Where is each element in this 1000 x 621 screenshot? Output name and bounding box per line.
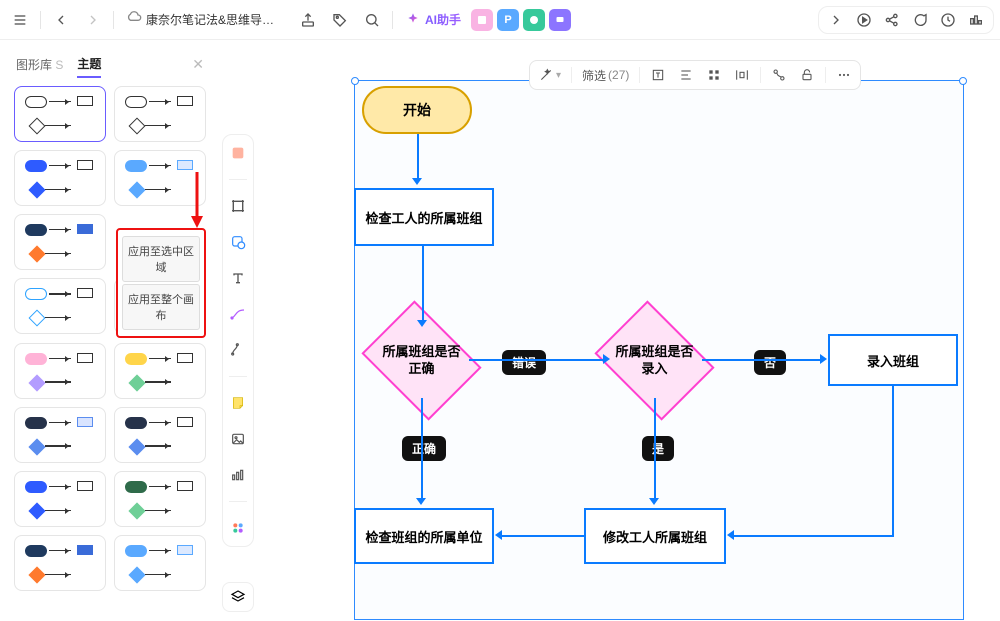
canvas[interactable]: ▾ 筛选 (27) 开始 检查工人的所属班组 所属班组是否正确 所属班组是否录入… [264,48,1000,621]
theme-card[interactable] [14,86,106,142]
theme-card[interactable] [14,278,106,334]
vertical-toolbar [222,134,254,547]
distribute-icon[interactable] [732,67,752,83]
tab-theme[interactable]: 主题 [77,51,101,78]
node-label: 检查工人的所属班组 [365,208,482,227]
frame-icon[interactable] [226,194,250,218]
ai-assistant-button[interactable]: AI助手 [399,11,467,28]
edge-label-yes[interactable]: 是 [642,436,674,461]
node-label: 所属班组是否录入 [612,344,697,378]
theme-card[interactable] [114,343,206,399]
theme-card[interactable] [14,407,106,463]
flow-node-group-entered[interactable]: 所属班组是否录入 [607,323,702,398]
history-icon[interactable] [935,7,961,33]
theme-card[interactable] [14,535,106,591]
node-label: 修改工人所属班组 [603,527,707,546]
apply-to-selection-button[interactable]: 应用至选中区域 [122,236,200,282]
theme-apply-popover: 应用至选中区域 应用至整个画布 [116,228,206,338]
back-icon[interactable] [47,6,75,34]
node-label: 录入班组 [867,351,919,370]
theme-card[interactable] [14,150,106,206]
link-icon[interactable] [769,67,789,83]
document-title-text: 康奈尔笔记法&思维导图笔… [146,11,284,28]
app-chip-4[interactable] [549,9,571,31]
flow-node-enter-group[interactable]: 录入班组 [828,334,958,386]
forward-icon[interactable] [79,6,107,34]
theme-card[interactable] [14,214,106,270]
magic-icon[interactable]: ▾ [536,67,563,83]
flow-node-check-group[interactable]: 检查工人的所属班组 [354,188,494,246]
theme-card[interactable] [114,407,206,463]
app-chip-1[interactable] [471,9,493,31]
theme-grid [10,80,210,611]
flow-node-modify-group[interactable]: 修改工人所属班组 [584,508,726,564]
theme-card[interactable] [14,471,106,527]
app-chip-3[interactable] [523,9,545,31]
sidebar-tabs: 图形库 S 主题 ✕ [10,48,210,80]
node-label: 检查班组的所属单位 [365,527,482,546]
flow-node-check-unit[interactable]: 检查班组的所属单位 [354,508,494,564]
align-icon[interactable] [676,67,696,83]
annotation-arrow-icon [190,170,204,230]
image-icon[interactable] [226,427,250,451]
share-icon[interactable] [879,7,905,33]
flow-node-group-correct[interactable]: 所属班组是否正确 [374,323,469,398]
document-title[interactable]: 康奈尔笔记法&思维导图笔… [120,9,290,30]
theme-card[interactable] [114,86,206,142]
theme-card[interactable] [114,471,206,527]
apps-icon[interactable] [226,516,250,540]
note-icon[interactable] [226,391,250,415]
flow-node-start[interactable]: 开始 [362,86,472,134]
edge-label-correct[interactable]: 正确 [402,436,446,461]
tag-icon[interactable] [326,6,354,34]
cloud-icon [126,9,142,30]
chart-icon[interactable] [226,463,250,487]
grid-icon[interactable] [704,67,724,83]
filter-button[interactable]: 筛选 (27) [580,67,631,84]
selection-toolbar: ▾ 筛选 (27) [529,60,861,90]
text-style-icon[interactable] [648,67,668,83]
more-options-icon[interactable] [834,67,854,83]
theme-card[interactable] [114,535,206,591]
theme-card[interactable] [14,343,106,399]
shape-icon[interactable] [226,230,250,254]
unlock-icon[interactable] [797,67,817,83]
more-icon[interactable] [963,7,989,33]
edge-label-no[interactable]: 否 [754,350,786,375]
top-right-toolbar [818,6,994,34]
close-icon[interactable]: ✕ [192,56,204,73]
pen-icon[interactable] [226,302,250,326]
menu-icon[interactable] [6,6,34,34]
node-label: 所属班组是否正确 [379,344,464,378]
layers-icon[interactable] [222,582,254,612]
play-icon[interactable] [851,7,877,33]
connector-icon[interactable] [226,338,250,362]
app-chip-2[interactable]: P [497,9,519,31]
export-icon[interactable] [294,6,322,34]
text-icon[interactable] [226,266,250,290]
tab-shapes[interactable]: 图形库 S [16,52,63,77]
chevron-right-icon[interactable] [823,7,849,33]
ai-label: AI助手 [425,11,461,28]
node-label: 开始 [403,100,431,120]
apply-to-canvas-button[interactable]: 应用至整个画布 [122,284,200,330]
color-icon[interactable] [226,141,250,165]
search-icon[interactable] [358,6,386,34]
comment-icon[interactable] [907,7,933,33]
edge-label-wrong[interactable]: 错误 [502,350,546,375]
